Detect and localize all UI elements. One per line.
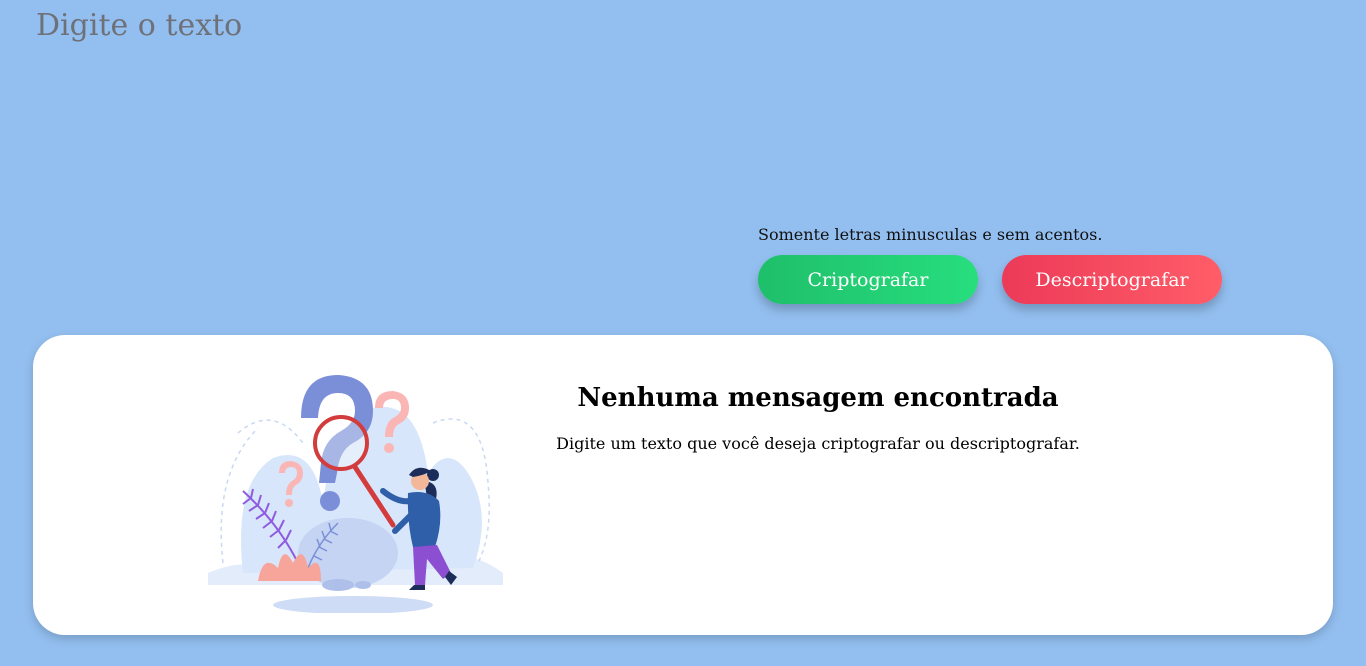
encrypt-button[interactable]: Criptografar (758, 255, 978, 304)
empty-state-title: Nenhuma mensagem encontrada (577, 383, 1059, 413)
decrypt-button[interactable]: Descriptografar (1002, 255, 1222, 304)
output-panel: Nenhuma mensagem encontrada Digite um te… (33, 335, 1333, 635)
input-hint: Somente letras minusculas e sem acentos. (758, 225, 1103, 244)
app-page: Somente letras minusculas e sem acentos.… (0, 0, 1366, 666)
empty-state-description: Digite um texto que você deseja criptogr… (556, 434, 1080, 453)
person-searching-question-marks-icon (208, 375, 503, 613)
text-input[interactable] (28, 0, 1328, 210)
